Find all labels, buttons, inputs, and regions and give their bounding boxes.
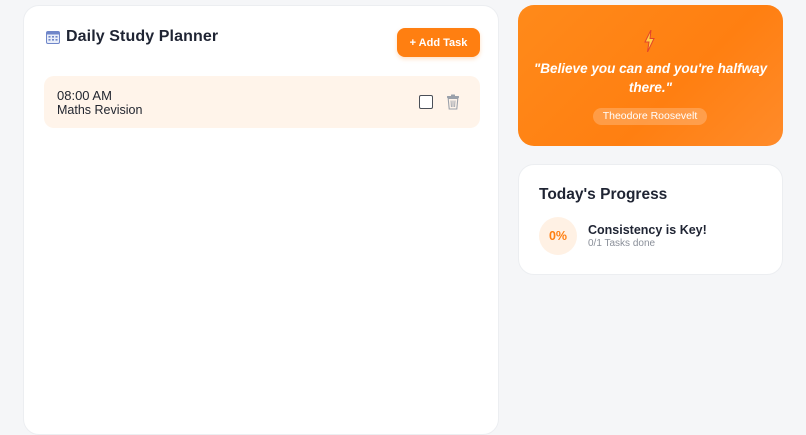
planner-title: Daily Study Planner	[66, 28, 218, 46]
task-name: Maths Revision	[57, 103, 142, 117]
quote-card: "Believe you can and you're halfway ther…	[518, 5, 783, 146]
add-task-button[interactable]: + Add Task	[397, 28, 480, 57]
trash-icon[interactable]	[446, 94, 460, 110]
quote-text: "Believe you can and you're halfway ther…	[532, 59, 769, 97]
quote-author: Theodore Roosevelt	[593, 108, 707, 125]
progress-headline: Consistency is Key!	[588, 223, 707, 237]
progress-card: Today's Progress 0% Consistency is Key! …	[518, 164, 783, 275]
progress-task-count: 0/1 Tasks done	[588, 238, 655, 249]
planner-header: Daily Study Planner	[46, 28, 218, 46]
task-complete-checkbox[interactable]	[419, 95, 433, 109]
calendar-icon	[46, 30, 60, 44]
task-time: 08:00 AM	[57, 88, 112, 103]
task-item: 08:00 AM Maths Revision	[44, 76, 480, 128]
lightning-icon	[644, 30, 655, 52]
planner-card: Daily Study Planner + Add Task 08:00 AM …	[23, 5, 499, 435]
progress-title: Today's Progress	[539, 186, 667, 204]
progress-percent: 0%	[539, 217, 577, 255]
